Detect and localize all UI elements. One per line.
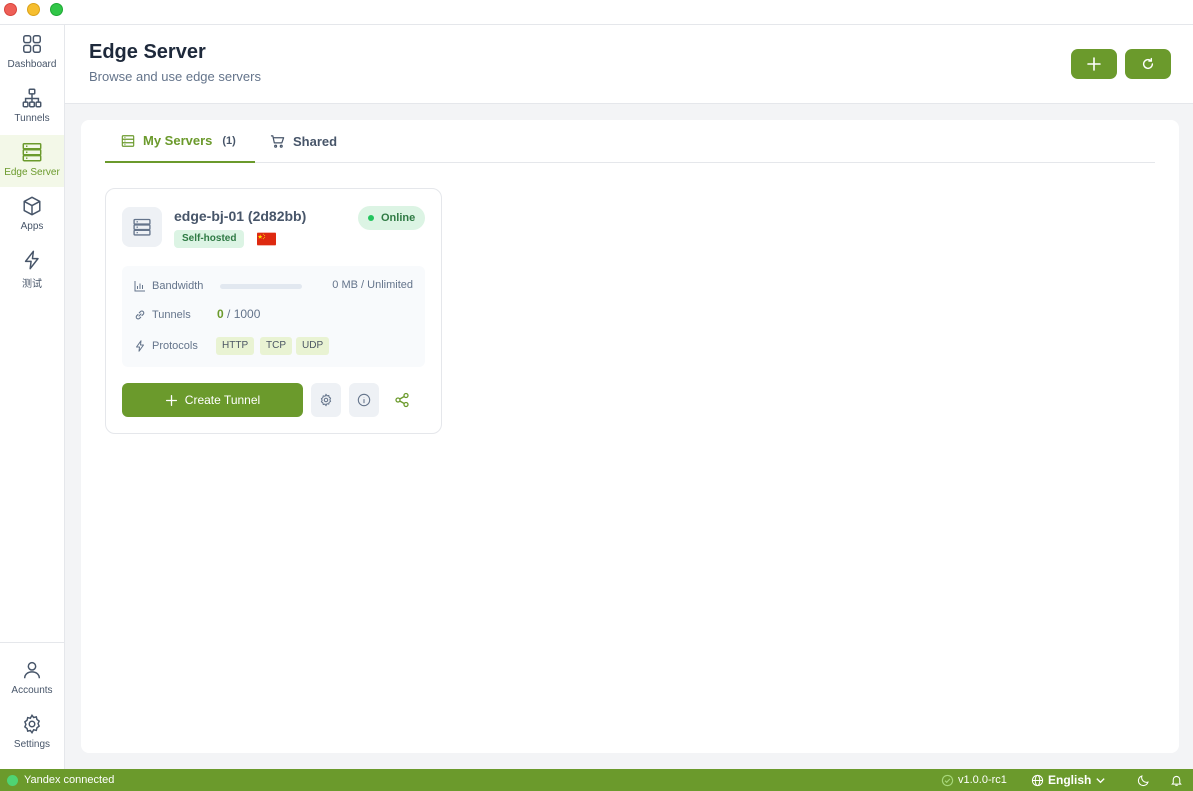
user-icon	[23, 661, 41, 679]
version-info[interactable]: v1.0.0-rc1	[941, 769, 1007, 791]
tab-count: (1)	[222, 134, 236, 147]
server-tabs: My Servers (1) Shared	[105, 120, 1155, 163]
server-icon	[133, 218, 151, 236]
online-dot	[368, 215, 374, 221]
sidebar-item-tunnels[interactable]: Tunnels	[0, 81, 64, 133]
sidebar-item-label: Dashboard	[7, 59, 57, 70]
tab-label: Shared	[293, 134, 338, 149]
protocols-label: Protocols	[152, 340, 198, 352]
bandwidth-bar	[220, 284, 302, 289]
server-avatar	[122, 207, 162, 247]
server-stats: Bandwidth 0 MB / Unlimited Tunnels 0 / 1…	[122, 266, 425, 367]
lightning-icon	[136, 340, 144, 352]
share-button[interactable]	[393, 391, 411, 409]
protocol-tag: HTTP	[216, 337, 255, 355]
bandwidth-label: Bandwidth	[152, 280, 204, 292]
refresh-button[interactable]	[1125, 49, 1171, 79]
globe-icon	[1031, 774, 1044, 786]
close-window-button[interactable]	[4, 3, 17, 16]
server-info-button[interactable]	[349, 383, 379, 417]
refresh-icon	[1142, 57, 1154, 70]
sidebar-item-apps[interactable]: Apps	[0, 189, 64, 241]
tunnels-label: Tunnels	[152, 309, 191, 321]
connection-dot	[7, 774, 18, 786]
main-content: Edge Server Browse and use edge servers …	[65, 25, 1193, 769]
minimize-window-button[interactable]	[27, 3, 40, 16]
moon-icon[interactable]	[1137, 774, 1150, 787]
tab-my-servers[interactable]: My Servers (1)	[105, 120, 255, 163]
bandwidth-value: 0 MB / Unlimited	[332, 279, 413, 291]
sidebar-divider	[0, 642, 64, 643]
plus-icon	[165, 394, 177, 406]
status-badge: Online	[358, 206, 426, 230]
sidebar-item-label: Apps	[20, 221, 44, 232]
tunnels-limit: / 1000	[227, 307, 261, 321]
status-bar: Yandex connected v1.0.0-rc1 English	[0, 769, 1193, 791]
plus-icon	[1087, 57, 1101, 71]
protocols-row: Protocols	[134, 338, 198, 354]
tab-shared[interactable]: Shared	[270, 120, 337, 163]
sidebar-item-label: Settings	[13, 739, 51, 750]
tunnels-value: 0 / 1000	[217, 307, 260, 321]
zoom-window-button[interactable]	[50, 3, 63, 16]
info-icon	[357, 393, 371, 407]
server-name: edge-bj-01 (2d82bb)	[174, 208, 307, 224]
sidebar-item-label: Edge Server	[4, 167, 60, 178]
gear-icon	[23, 713, 41, 735]
server-type-badge: Self-hosted	[174, 230, 245, 248]
share-icon	[395, 392, 409, 408]
sidebar-item-label: 测试	[22, 279, 42, 290]
sidebar-item-label: Tunnels	[14, 113, 50, 124]
gear-icon	[320, 393, 332, 407]
window-titlebar	[0, 0, 1193, 25]
tab-label: My Servers	[143, 133, 213, 148]
link-icon	[135, 310, 145, 320]
cart-icon	[270, 135, 285, 148]
status-text: Online	[381, 212, 416, 224]
page-title: Edge Server	[89, 41, 206, 63]
server-icon	[22, 143, 42, 162]
page-subtitle: Browse and use edge servers	[89, 69, 261, 84]
network-icon	[22, 88, 42, 108]
chevron-down-icon	[1096, 777, 1105, 783]
sidebar-item-dashboard[interactable]: Dashboard	[0, 27, 64, 79]
dashboard-icon	[23, 35, 41, 53]
protocol-tag: TCP	[260, 337, 292, 355]
sidebar-item-label: Accounts	[11, 685, 53, 696]
server-settings-button[interactable]	[311, 383, 341, 417]
sidebar-item-settings[interactable]: Settings	[0, 707, 64, 759]
page-header: Edge Server Browse and use edge servers	[65, 25, 1193, 104]
tunnels-used: 0	[217, 307, 224, 321]
create-tunnel-button[interactable]: Create Tunnel	[122, 383, 303, 417]
sidebar-item-test[interactable]: 测试	[0, 243, 64, 295]
bar-chart-icon	[134, 281, 145, 292]
create-tunnel-label: Create Tunnel	[184, 393, 261, 407]
servers-panel: My Servers (1) Shared edge-bj-01 (2d82bb…	[81, 120, 1179, 753]
add-server-button[interactable]	[1071, 49, 1117, 79]
connection-status: Yandex connected	[7, 769, 114, 791]
bandwidth-row: Bandwidth	[134, 278, 203, 294]
server-list-icon	[121, 134, 135, 147]
sidebar: Dashboard Tunnels Edge Server Apps 测试 Ac…	[0, 25, 65, 769]
version-text: v1.0.0-rc1	[958, 774, 1007, 786]
lightning-icon	[24, 250, 39, 270]
connection-text: Yandex connected	[24, 774, 115, 786]
check-circle-icon	[941, 774, 954, 786]
bell-icon[interactable]	[1170, 774, 1183, 787]
language-selector[interactable]: English	[1031, 769, 1110, 791]
sidebar-item-accounts[interactable]: Accounts	[0, 653, 64, 705]
cube-icon	[23, 196, 41, 216]
china-flag-icon	[257, 232, 276, 246]
language-text: English	[1048, 773, 1092, 787]
tunnels-row: Tunnels	[134, 307, 191, 323]
sidebar-item-edge-server[interactable]: Edge Server	[0, 135, 64, 187]
server-card: edge-bj-01 (2d82bb) Self-hosted Online B…	[105, 188, 442, 434]
protocol-tag: UDP	[296, 337, 330, 355]
